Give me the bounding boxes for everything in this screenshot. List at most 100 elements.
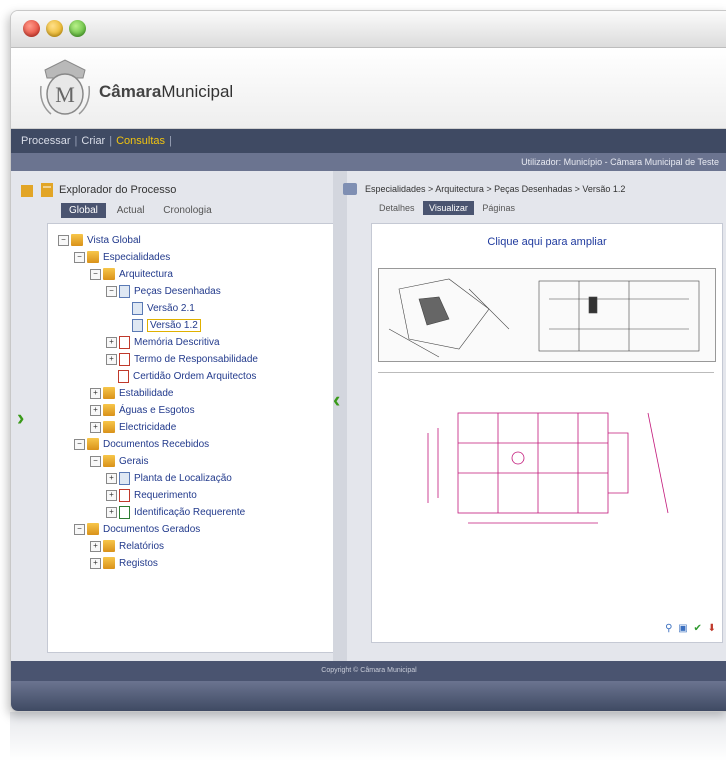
- user-info-bar: Utilizador: Município - Câmara Municipal…: [11, 153, 726, 171]
- collapse-icon[interactable]: −: [90, 455, 101, 467]
- zoom-link[interactable]: Clique aqui para ampliar: [372, 236, 722, 248]
- tree-item-versao-1-2[interactable]: Versão 1.2: [58, 317, 336, 334]
- folder-arrow-icon: [21, 183, 53, 197]
- expand-icon[interactable]: +: [106, 353, 117, 365]
- tab-cronologia[interactable]: Cronologia: [155, 203, 219, 218]
- nav-criar[interactable]: Criar: [81, 135, 105, 147]
- folder-icon: [103, 421, 115, 434]
- tree-item-planta-localizacao[interactable]: + Planta de Localização: [58, 470, 336, 487]
- viewer-actions: ⚲ ▣ ✔ ⬇: [662, 623, 716, 634]
- architectural-plan-thumbnail[interactable]: [378, 268, 716, 362]
- tab-detalhes[interactable]: Detalhes: [373, 201, 421, 215]
- expand-icon[interactable]: +: [90, 540, 101, 552]
- tree-label: Documentos Recebidos: [103, 439, 210, 450]
- tree-label: Arquitectura: [119, 269, 173, 280]
- explorer-title: Explorador do Processo: [59, 184, 177, 196]
- expand-icon[interactable]: +: [106, 336, 117, 348]
- tree-item-vista-global[interactable]: − Vista Global: [58, 232, 336, 249]
- tree-item-arquitectura[interactable]: − Arquitectura: [58, 266, 336, 283]
- expand-icon[interactable]: +: [90, 421, 101, 433]
- collapse-icon[interactable]: −: [58, 234, 69, 246]
- expand-left-arrow-icon[interactable]: ›: [17, 405, 24, 431]
- collapse-icon[interactable]: −: [74, 438, 85, 450]
- footer: Copyright © Câmara Municipal: [11, 661, 726, 681]
- tree-item-certidao-ordem[interactable]: Certidão Ordem Arquitectos: [58, 368, 336, 385]
- nav-processar[interactable]: Processar: [21, 135, 71, 147]
- tree-item-pecas-desenhadas[interactable]: − Peças Desenhadas: [58, 283, 336, 300]
- browser-window: M CâmaraMunicipal Processar | Criar | Consul…: [10, 10, 726, 712]
- nav-consultas[interactable]: Consultas: [116, 135, 165, 147]
- tree-item-gerais[interactable]: − Gerais: [58, 453, 336, 470]
- expand-icon[interactable]: +: [106, 506, 117, 518]
- expand-icon[interactable]: +: [90, 404, 101, 416]
- tree-label-selected: Versão 1.2: [147, 319, 201, 332]
- title-bar: [11, 11, 726, 48]
- print-icon[interactable]: ▣: [678, 623, 687, 634]
- tree-item-versao-2-1[interactable]: Versão 2.1: [58, 300, 336, 317]
- tree-label: Memória Descritiva: [134, 337, 220, 348]
- collapse-icon[interactable]: −: [106, 285, 117, 297]
- folder-icon: [87, 523, 99, 536]
- tree-label: Estabilidade: [119, 388, 174, 399]
- tree-label: Gerais: [119, 456, 149, 467]
- collapse-icon[interactable]: −: [90, 268, 101, 280]
- expand-icon[interactable]: +: [90, 557, 101, 569]
- tree-item-especialidades[interactable]: − Especialidades: [58, 249, 336, 266]
- viewer-tabs: Detalhes Visualizar Páginas: [337, 201, 726, 219]
- tab-visualizar[interactable]: Visualizar: [423, 201, 474, 215]
- tab-paginas[interactable]: Páginas: [476, 201, 521, 215]
- document-icon: [119, 505, 130, 519]
- tree-item-requerimento[interactable]: + Requerimento: [58, 487, 336, 504]
- tree-item-relatorios[interactable]: + Relatórios: [58, 538, 336, 555]
- check-icon[interactable]: ✔: [693, 623, 701, 634]
- download-icon[interactable]: ⬇: [708, 623, 716, 634]
- pdf-icon: [119, 352, 130, 366]
- breadcrumb: Especialidades > Arquitectura > Peças De…: [337, 177, 726, 201]
- tree-item-electricidade[interactable]: + Electricidade: [58, 419, 336, 436]
- process-tree: − Vista Global − Especialidades − Arquitect…: [48, 224, 336, 572]
- breadcrumb-text: Especialidades > Arquitectura > Peças De…: [365, 184, 626, 194]
- main-nav: Processar | Criar | Consultas |: [11, 129, 726, 153]
- tree-item-estabilidade[interactable]: + Estabilidade: [58, 385, 336, 402]
- folder-icon: [103, 557, 115, 570]
- pdf-icon: [119, 335, 130, 349]
- tree-item-aguas-esgotos[interactable]: + Águas e Esgotos: [58, 402, 336, 419]
- tree-label: Requerimento: [134, 490, 197, 501]
- tab-actual[interactable]: Actual: [109, 203, 153, 218]
- floor-plan-drawing[interactable]: [378, 372, 714, 559]
- collapse-icon[interactable]: −: [74, 523, 85, 535]
- maximize-window-button[interactable]: [69, 20, 86, 37]
- tree-item-identificacao-requerente[interactable]: + Identificação Requerente: [58, 504, 336, 521]
- brand-name: CâmaraMunicipal: [99, 82, 233, 102]
- process-tree-panel: − Vista Global − Especialidades − Arquitect…: [47, 223, 337, 653]
- expand-icon[interactable]: +: [106, 489, 117, 501]
- explorer-tabs: Global Actual Cronologia: [17, 203, 335, 223]
- collapse-icon[interactable]: −: [74, 251, 85, 263]
- search-icon[interactable]: ⚲: [665, 623, 672, 634]
- tree-item-termo-responsabilidade[interactable]: + Termo de Responsabilidade: [58, 351, 336, 368]
- version-icon: [132, 318, 143, 332]
- window-reflection: [10, 712, 726, 761]
- tree-item-documentos-gerados[interactable]: − Documentos Gerados: [58, 521, 336, 538]
- process-explorer: Explorador do Processo Global Actual Cro…: [17, 177, 337, 655]
- footer-bar: [11, 681, 726, 711]
- tree-label: Certidão Ordem Arquitectos: [133, 371, 257, 382]
- tab-global[interactable]: Global: [61, 203, 106, 218]
- close-window-button[interactable]: [23, 20, 40, 37]
- version-icon: [132, 301, 143, 315]
- folder-icon: [87, 438, 99, 451]
- folder-icon: [103, 268, 115, 281]
- tree-label: Relatórios: [119, 541, 165, 552]
- municipal-crest-logo: M: [39, 59, 91, 115]
- explorer-header: Explorador do Processo: [17, 177, 335, 203]
- drawing-icon: [343, 183, 357, 195]
- tree-item-documentos-recebidos[interactable]: − Documentos Recebidos: [58, 436, 336, 453]
- folder-icon: [103, 387, 115, 400]
- expand-icon[interactable]: +: [90, 387, 101, 399]
- expand-icon[interactable]: +: [106, 472, 117, 484]
- tree-item-memoria-descritiva[interactable]: + Memória Descritiva: [58, 334, 336, 351]
- tree-item-registos[interactable]: + Registos: [58, 555, 336, 572]
- minimize-window-button[interactable]: [46, 20, 63, 37]
- folder-icon: [87, 251, 99, 264]
- document-viewer-panel: Especialidades > Arquitectura > Peças De…: [337, 177, 726, 655]
